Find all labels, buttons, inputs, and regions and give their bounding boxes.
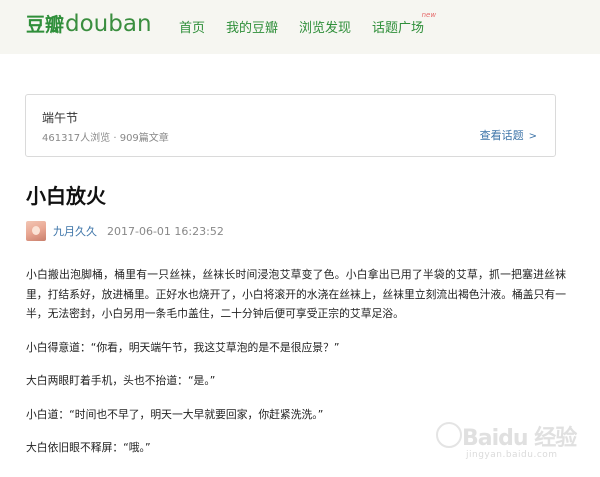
paragraph: 大白两眼盯着手机，头也不抬道：“是。”: [26, 374, 216, 387]
paragraph: 小白搬出泡脚桶，桶里有一只丝袜，丝袜长时间浸泡艾草变了色。小白拿出已用了半袋的艾…: [26, 268, 566, 320]
topic-title: 端午节: [42, 111, 79, 125]
chevron-right-icon: >: [528, 131, 537, 142]
publish-time: 2017-06-01 16:23:52: [107, 224, 224, 238]
nav-home[interactable]: 首页: [179, 17, 205, 36]
author-row: 九月久久 2017-06-01 16:23:52: [26, 221, 224, 241]
view-topic-label: 查看话题: [479, 129, 524, 142]
view-topic-link[interactable]: 查看话题 >: [480, 127, 537, 143]
article-title: 小白放火: [26, 184, 106, 208]
paw-icon: [436, 422, 462, 448]
topic-stats: 461317人浏览 · 909篇文章: [42, 133, 169, 144]
logo-chinese-text: 豆瓣: [26, 14, 65, 36]
logo-english-text: douban: [65, 11, 152, 37]
watermark-sub-text: jingyan.baidu.com: [466, 450, 558, 460]
nav-topic-square-label: 话题广场: [372, 21, 425, 36]
douban-logo[interactable]: 豆瓣 douban: [26, 10, 152, 40]
topic-card: 端午节 461317人浏览 · 909篇文章 查看话题 >: [25, 94, 556, 157]
baidu-watermark: Baidu 经验 jingyan.baidu.com: [436, 418, 586, 468]
new-badge: new: [421, 11, 437, 19]
watermark-main-text: Baidu 经验: [462, 426, 577, 451]
nav-topic-square[interactable]: 话题广场 new: [372, 11, 436, 36]
author-name[interactable]: 九月久久: [53, 223, 97, 239]
paragraph: 小白得意道：“你看，明天端午节，我这艾草泡的是不是很应景？”: [26, 340, 340, 354]
avatar[interactable]: [26, 221, 46, 241]
nav-explore[interactable]: 浏览发现: [299, 17, 351, 36]
top-navigation-bar: 豆瓣 douban 首页 我的豆瓣 浏览发现 话题广场 new: [0, 0, 600, 54]
main-nav: 首页 我的豆瓣 浏览发现 话题广场 new: [179, 11, 445, 36]
avatar-face: [32, 226, 40, 235]
nav-my-douban[interactable]: 我的豆瓣: [226, 17, 278, 36]
